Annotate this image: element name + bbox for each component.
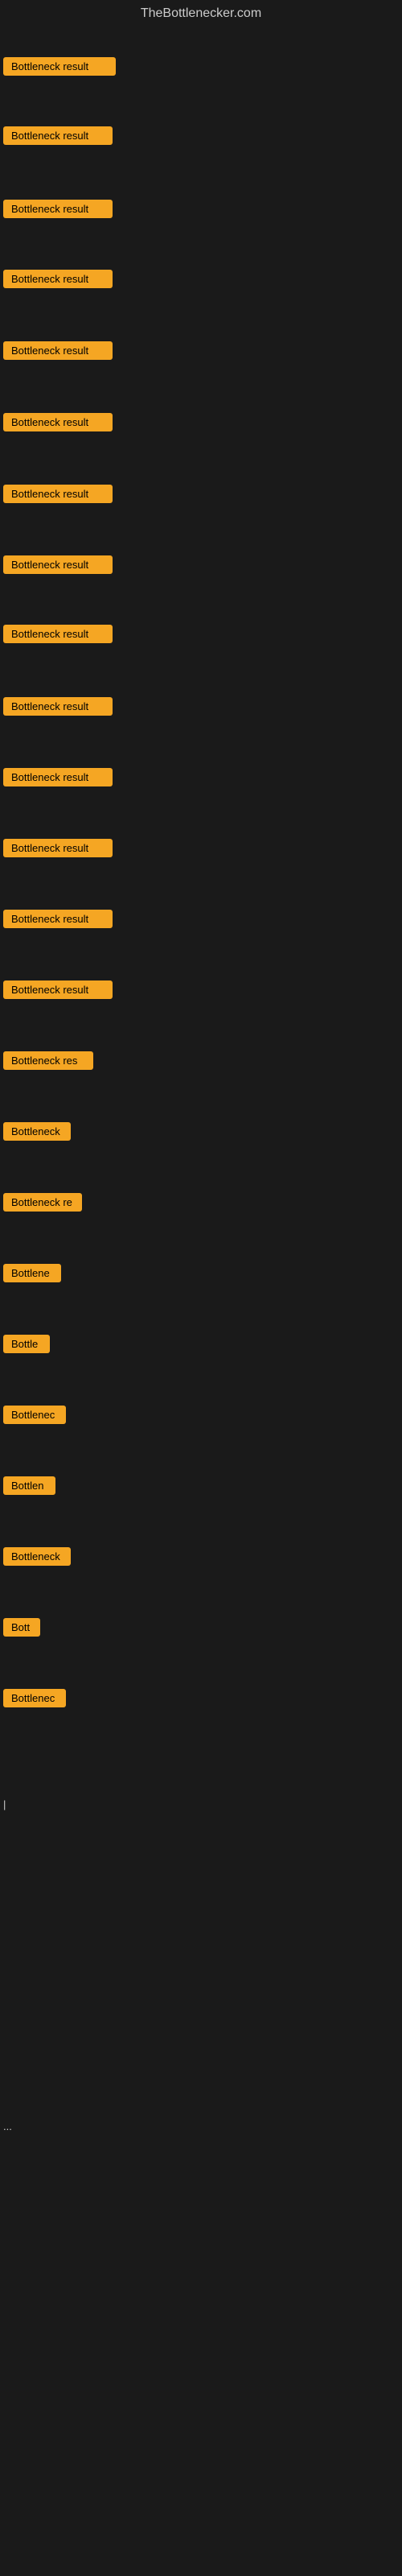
- bottleneck-badge-13[interactable]: Bottleneck result: [3, 910, 113, 928]
- badge-row-20[interactable]: Bottlenec: [3, 1406, 66, 1428]
- badge-row-3[interactable]: Bottleneck result: [3, 200, 113, 222]
- bottleneck-badge-22[interactable]: Bottleneck: [3, 1547, 71, 1566]
- bottleneck-badge-20[interactable]: Bottlenec: [3, 1406, 66, 1424]
- badge-row-13[interactable]: Bottleneck result: [3, 910, 113, 932]
- badge-row-8[interactable]: Bottleneck result: [3, 555, 113, 578]
- bottleneck-badge-11[interactable]: Bottleneck result: [3, 768, 113, 786]
- bottleneck-badge-8[interactable]: Bottleneck result: [3, 555, 113, 574]
- bottleneck-badge-21[interactable]: Bottlen: [3, 1476, 55, 1495]
- bottleneck-badge-18[interactable]: Bottlene: [3, 1264, 61, 1282]
- badge-row-10[interactable]: Bottleneck result: [3, 697, 113, 720]
- badge-row-2[interactable]: Bottleneck result: [3, 126, 113, 149]
- extra-item-26: ...: [3, 2120, 12, 2132]
- badge-row-14[interactable]: Bottleneck result: [3, 980, 113, 1003]
- bottleneck-badge-24[interactable]: Bottlenec: [3, 1689, 66, 1707]
- page-wrapper: TheBottlenecker.com Bottleneck resultBot…: [0, 0, 402, 2576]
- badge-row-22[interactable]: Bottleneck: [3, 1547, 71, 1570]
- badge-row-5[interactable]: Bottleneck result: [3, 341, 113, 364]
- site-title: TheBottlenecker.com: [0, 0, 402, 27]
- badge-row-9[interactable]: Bottleneck result: [3, 625, 113, 647]
- badge-row-17[interactable]: Bottleneck re: [3, 1193, 82, 1216]
- bottleneck-badge-1[interactable]: Bottleneck result: [3, 57, 116, 76]
- bottleneck-badge-4[interactable]: Bottleneck result: [3, 270, 113, 288]
- bottleneck-badge-3[interactable]: Bottleneck result: [3, 200, 113, 218]
- badge-row-15[interactable]: Bottleneck res: [3, 1051, 93, 1074]
- badge-row-24[interactable]: Bottlenec: [3, 1689, 66, 1711]
- badge-row-23[interactable]: Bott: [3, 1618, 40, 1641]
- bottleneck-badge-9[interactable]: Bottleneck result: [3, 625, 113, 643]
- badges-container: Bottleneck result Bottleneck result Bottle…: [0, 27, 402, 2563]
- bottleneck-badge-23[interactable]: Bott: [3, 1618, 40, 1637]
- badge-row-1[interactable]: Bottleneck result: [3, 57, 116, 80]
- bottleneck-badge-14[interactable]: Bottleneck result: [3, 980, 113, 999]
- badge-row-12[interactable]: Bottleneck result: [3, 839, 113, 861]
- badge-row-11[interactable]: Bottleneck result: [3, 768, 113, 791]
- badge-row-18[interactable]: Bottlene: [3, 1264, 61, 1286]
- bottleneck-badge-10[interactable]: Bottleneck result: [3, 697, 113, 716]
- bottleneck-badge-16[interactable]: Bottleneck: [3, 1122, 71, 1141]
- badge-row-21[interactable]: Bottlen: [3, 1476, 55, 1499]
- badge-row-19[interactable]: Bottle: [3, 1335, 50, 1357]
- badge-row-7[interactable]: Bottleneck result: [3, 485, 113, 507]
- bottleneck-badge-2[interactable]: Bottleneck result: [3, 126, 113, 145]
- bottleneck-badge-17[interactable]: Bottleneck re: [3, 1193, 82, 1212]
- bottleneck-badge-15[interactable]: Bottleneck res: [3, 1051, 93, 1070]
- bottleneck-badge-5[interactable]: Bottleneck result: [3, 341, 113, 360]
- bottleneck-badge-19[interactable]: Bottle: [3, 1335, 50, 1353]
- badge-row-16[interactable]: Bottleneck: [3, 1122, 71, 1145]
- bottleneck-badge-12[interactable]: Bottleneck result: [3, 839, 113, 857]
- bottleneck-badge-6[interactable]: Bottleneck result: [3, 413, 113, 431]
- bottleneck-badge-7[interactable]: Bottleneck result: [3, 485, 113, 503]
- badge-row-6[interactable]: Bottleneck result: [3, 413, 113, 436]
- badge-row-4[interactable]: Bottleneck result: [3, 270, 113, 292]
- extra-item-25: |: [3, 1798, 6, 1810]
